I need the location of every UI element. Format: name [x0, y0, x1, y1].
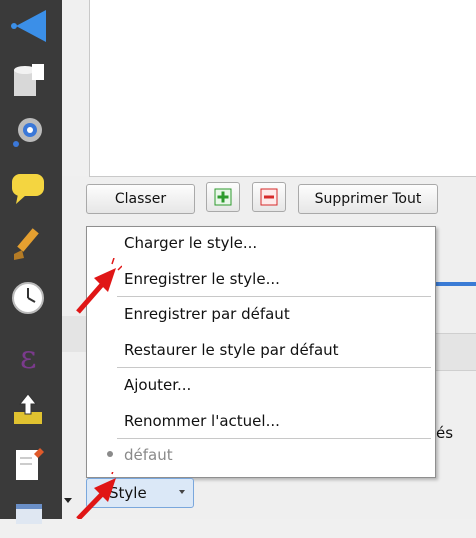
paintbrush-icon[interactable]: [8, 224, 48, 264]
menu-item-save-style[interactable]: Enregistrer le style...: [124, 270, 280, 288]
partial-label: és: [436, 424, 454, 442]
menu-separator: [117, 296, 431, 297]
left-sidebar: ε: [0, 0, 62, 524]
delete-all-button[interactable]: Supprimer Tout: [298, 184, 438, 214]
menu-item-add[interactable]: Ajouter...: [124, 376, 191, 394]
minus-icon: [260, 188, 278, 206]
menu-separator: [117, 367, 431, 368]
current-style-bullet-icon: [107, 451, 113, 457]
delete-all-button-label: Supprimer Tout: [314, 191, 422, 207]
panel-row: [436, 333, 476, 371]
remove-class-button[interactable]: [252, 182, 286, 212]
style-list-area: [89, 0, 476, 177]
menu-item-rename[interactable]: Renommer l'actuel...: [124, 412, 280, 430]
menu-item-save-default[interactable]: Enregistrer par défaut: [124, 305, 290, 323]
epsilon-icon[interactable]: ε: [8, 336, 48, 376]
menu-item-restore-default[interactable]: Restaurer le style par défaut: [124, 341, 339, 359]
plus-icon: [214, 188, 232, 206]
window-icon[interactable]: [8, 498, 48, 538]
database-icon[interactable]: [8, 60, 48, 100]
collapse-arrow-icon[interactable]: [8, 6, 48, 46]
upload-icon[interactable]: [8, 390, 48, 430]
menu-item-default-style[interactable]: défaut: [124, 446, 173, 464]
annotation-arrow-icon: [76, 472, 116, 519]
annotation-arrow-icon: [76, 258, 122, 314]
clock-icon[interactable]: [8, 278, 48, 318]
svg-text:ε: ε: [20, 338, 37, 376]
style-context-menu: Charger le style... Enregistrer le style…: [86, 226, 436, 478]
speech-bubble-icon[interactable]: [8, 168, 48, 208]
chevron-down-icon[interactable]: [64, 498, 72, 503]
tab-indicator: [436, 282, 476, 286]
classify-button-label: Classer: [114, 191, 167, 207]
menu-separator: [117, 438, 431, 439]
processing-gear-icon[interactable]: [8, 112, 48, 152]
document-edit-icon[interactable]: [8, 444, 48, 484]
add-class-button[interactable]: [206, 182, 240, 212]
classify-button[interactable]: Classer: [86, 184, 195, 214]
menu-item-load-style[interactable]: Charger le style...: [124, 234, 257, 252]
chevron-down-icon: [179, 490, 185, 494]
